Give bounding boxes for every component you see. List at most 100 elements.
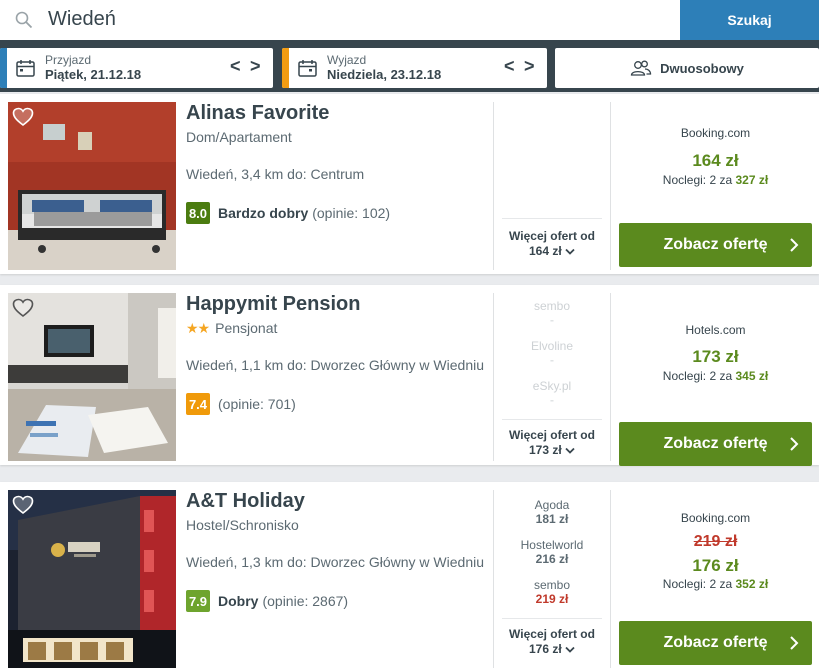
rating-badge: 7.9 [186, 590, 210, 612]
hotel-location: Wiedeń, 1,3 km do: Dworzec Główny w Wied… [186, 554, 484, 570]
room-selector[interactable]: Dwuosobowy [555, 48, 819, 88]
more-offers-label: Więcej ofert od [509, 229, 595, 243]
hotel-location: Wiedeń, 1,1 km do: Dworzec Główny w Wied… [186, 357, 484, 373]
offers-divider [502, 218, 602, 219]
hotel-type: Dom/Apartament [186, 129, 292, 145]
checkin-label: Przyjazd [45, 53, 92, 67]
nights-total: Noclegi: 2 za 327 zł [662, 173, 769, 187]
column-divider [610, 293, 611, 461]
offer-item[interactable]: sembo 219 zł [502, 578, 602, 606]
search-button[interactable]: Szukaj [680, 0, 819, 40]
more-offers-price: 176 zł [502, 642, 602, 657]
best-offer-price: 173 zł [692, 347, 739, 366]
best-offer: Booking.com 219 zł 176 zł Noclegi: 2 za … [619, 490, 812, 665]
rating-badge: 7.4 [186, 393, 210, 415]
best-offer-provider: Booking.com [680, 511, 751, 525]
best-offer: Booking.com 164 zł Noclegi: 2 za 327 zł … [619, 102, 812, 270]
hotel-photo[interactable] [8, 490, 176, 668]
hotel-name[interactable]: Alinas Favorite [186, 102, 329, 125]
rating-label: Dobry [218, 593, 259, 609]
offer-price: - [550, 353, 554, 367]
offer-item[interactable]: eSky.pl - [502, 379, 602, 407]
see-offer-label: Zobacz ofertę [663, 634, 768, 651]
best-offer: Hotels.com 173 zł Noclegi: 2 za 345 zł Z… [619, 293, 812, 466]
more-offers-button[interactable]: Więcej ofert od 164 zł [502, 229, 602, 259]
favorite-heart-icon[interactable] [12, 495, 34, 515]
hotel-name[interactable]: Happymit Pension [186, 293, 360, 316]
column-divider [493, 293, 494, 461]
old-price: 219 zł [693, 533, 738, 550]
nights-total: Noclegi: 2 za 345 zł [662, 369, 769, 383]
hostel-facade-photo [8, 490, 176, 668]
offer-provider: Hostelworld [520, 538, 584, 552]
guests-icon [630, 60, 652, 76]
offer-price: 219 zł [535, 592, 569, 606]
hotel-rating: 8.0 Bardzo dobry (opinie: 102) [186, 202, 390, 224]
checkout-date: Niedziela, 23.12.18 [327, 67, 442, 82]
hotel-location: Wiedeń, 3,4 km do: Centrum [186, 166, 365, 182]
offers-divider [502, 419, 602, 420]
search-bar: Wiedeń Szukaj [0, 0, 819, 40]
see-offer-button[interactable]: Zobacz ofertę [619, 422, 812, 466]
room-label: Dwuosobowy [660, 60, 744, 76]
column-divider [493, 490, 494, 668]
see-offer-label: Zobacz ofertę [663, 435, 768, 452]
offer-price: - [550, 313, 554, 327]
offers-divider [502, 618, 602, 619]
best-offer-provider: Hotels.com [685, 323, 746, 337]
offer-provider: sembo [533, 299, 571, 313]
column-divider [610, 102, 611, 270]
offer-provider: sembo [533, 578, 571, 592]
hotel-photo[interactable] [8, 102, 176, 270]
search-input[interactable]: Wiedeń [48, 8, 116, 31]
hotel-card[interactable]: Alinas Favorite Dom/Apartament Wiedeń, 3… [0, 94, 819, 274]
checkout-label: Wyjazd [327, 53, 367, 67]
more-offers-button[interactable]: Więcej ofert od 176 zł [502, 627, 602, 657]
search-icon [15, 11, 33, 29]
hotel-photo[interactable] [8, 293, 176, 461]
checkin-next-button[interactable]: > [250, 56, 261, 77]
offer-price: 181 zł [535, 512, 569, 526]
hotel-rating: 7.4 (opinie: 701) [186, 393, 296, 415]
checkin-date: Piątek, 21.12.18 [45, 67, 142, 82]
hotel-card[interactable]: A&T Holiday Hostel/Schronisko Wiedeń, 1,… [0, 482, 819, 670]
offer-item[interactable]: Agoda 181 zł [502, 498, 602, 526]
calendar-icon [16, 60, 35, 77]
offers-column: sembo - Elvoline - eSky.pl - Więcej ofer… [502, 293, 602, 461]
favorite-heart-icon[interactable] [12, 298, 34, 318]
offer-item[interactable]: sembo - [502, 299, 602, 327]
offer-provider: Agoda [534, 498, 570, 512]
review-count: (opinie: 701) [218, 396, 296, 412]
chevron-down-icon [565, 447, 575, 454]
see-offer-button[interactable]: Zobacz ofertę [619, 621, 812, 665]
favorite-heart-icon[interactable] [12, 107, 34, 127]
bedroom-photo [8, 102, 176, 270]
checkin-prev-button[interactable]: < [230, 56, 241, 77]
offer-provider: eSky.pl [532, 379, 572, 393]
chevron-down-icon [565, 646, 575, 653]
best-offer-price: 164 zł [692, 151, 739, 170]
column-divider [493, 102, 494, 270]
more-offers-button[interactable]: Więcej ofert od 173 zł [502, 428, 602, 458]
offer-price: 216 zł [535, 552, 569, 566]
offers-column: Agoda 181 zł Hostelworld 216 zł sembo 21… [502, 490, 602, 658]
checkin-accent [0, 48, 7, 88]
checkout-field[interactable]: Wyjazd Niedziela, 23.12.18 < > [282, 48, 547, 88]
chevron-right-icon [790, 238, 799, 252]
hotel-name[interactable]: A&T Holiday [186, 490, 305, 513]
offer-item[interactable]: Hostelworld 216 zł [502, 538, 602, 566]
nights-total: Noclegi: 2 za 352 zł [662, 577, 769, 591]
calendar-icon [298, 60, 317, 77]
chevron-down-icon [565, 248, 575, 255]
offer-item[interactable]: Elvoline - [502, 339, 602, 367]
checkout-prev-button[interactable]: < [504, 56, 515, 77]
hotel-rating: 7.9 Dobry (opinie: 2867) [186, 590, 348, 612]
best-offer-provider: Booking.com [680, 126, 751, 140]
offer-provider: Elvoline [530, 339, 574, 353]
hotel-card[interactable]: Happymit Pension ★★ Pensjonat Wiedeń, 1,1… [0, 285, 819, 466]
checkin-field[interactable]: Przyjazd Piątek, 21.12.18 < > [0, 48, 273, 88]
checkout-next-button[interactable]: > [524, 56, 535, 77]
see-offer-label: Zobacz ofertę [663, 236, 768, 253]
see-offer-button[interactable]: Zobacz ofertę [619, 223, 812, 267]
more-offers-label: Więcej ofert od [509, 627, 595, 641]
